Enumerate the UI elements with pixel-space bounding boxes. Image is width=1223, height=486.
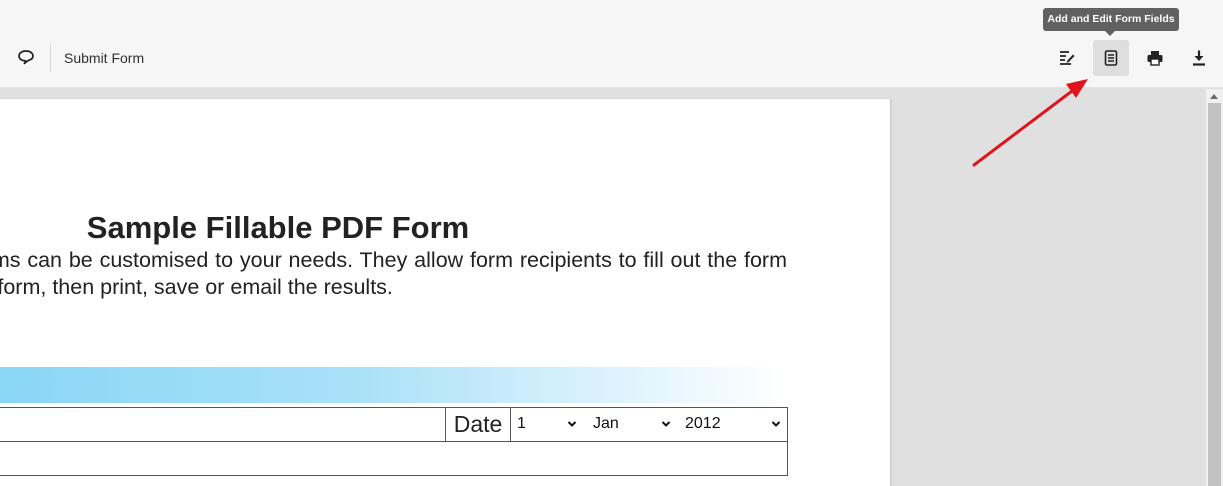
chevron-down-icon — [661, 421, 671, 427]
download-icon — [1193, 50, 1205, 66]
toolbar-divider — [50, 44, 51, 72]
scroll-up-arrow-icon[interactable] — [1210, 94, 1218, 99]
form-fields-icon — [1104, 50, 1118, 66]
year-select[interactable]: 2012 — [680, 411, 786, 437]
chevron-down-icon — [567, 421, 577, 427]
edit-sign-button[interactable] — [1049, 40, 1085, 76]
day-value: 1 — [517, 415, 526, 432]
year-value: 2012 — [685, 415, 721, 432]
address-input[interactable] — [0, 442, 787, 475]
comment-button[interactable] — [10, 40, 42, 74]
printer-icon — [1147, 51, 1163, 66]
month-select[interactable]: Jan — [588, 411, 676, 437]
edit-sign-icon — [1060, 51, 1075, 65]
chevron-down-icon — [771, 421, 781, 427]
tooltip-pointer — [1105, 31, 1115, 36]
vertical-scrollbar[interactable] — [1206, 89, 1223, 486]
form-table: Date 1 Jan 2012 — [0, 407, 788, 476]
form-fields-button[interactable] — [1093, 40, 1129, 76]
scroll-thumb[interactable] — [1208, 103, 1221, 486]
name-input[interactable] — [0, 408, 446, 441]
submit-form-button[interactable]: Submit Form — [56, 44, 152, 72]
comment-icon — [18, 50, 34, 65]
intro-paragraph: Fillable PDF forms can be customised to … — [0, 248, 787, 299]
download-button[interactable] — [1181, 40, 1217, 76]
day-select[interactable]: 1 — [512, 411, 582, 437]
toolbar: Submit Form Add and Edit Form Fields — [0, 0, 1223, 88]
date-label: Date — [446, 408, 511, 441]
form-row: Date 1 Jan 2012 — [0, 408, 787, 442]
month-value: Jan — [593, 415, 619, 432]
page-title: Sample Fillable PDF Form — [86, 210, 470, 245]
print-button[interactable] — [1137, 40, 1173, 76]
section-header-bar — [0, 367, 790, 403]
tooltip: Add and Edit Form Fields — [1043, 8, 1179, 31]
document-viewer[interactable]: Sample Fillable PDF Form Fillable PDF fo… — [0, 89, 1223, 486]
pdf-page: Sample Fillable PDF Form Fillable PDF fo… — [0, 99, 890, 486]
